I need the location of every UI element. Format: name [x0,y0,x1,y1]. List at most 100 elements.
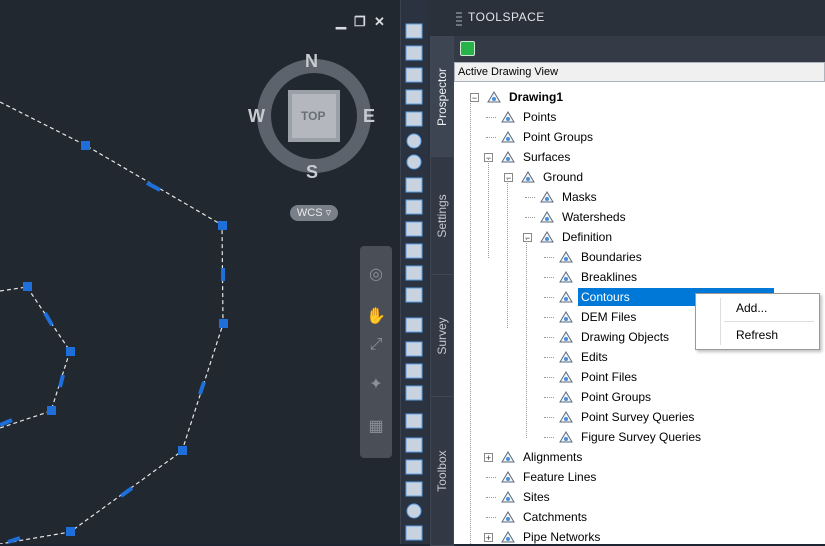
tool-icon [405,67,423,83]
grip [178,446,187,455]
tree-connector [544,297,554,298]
surface-icon [520,170,536,184]
tree-node-label: Breaklines [581,270,638,284]
alignments-icon [500,450,516,464]
tab-settings[interactable]: Settings [430,156,454,276]
zoom-extents-icon[interactable]: ⤢ [365,334,387,356]
tree-node-label: Ground [543,170,584,184]
tree-connector [486,497,496,498]
sites-icon [500,490,516,504]
tree-connector [525,217,535,218]
tree-node-label: Point Survey Queries [581,410,695,424]
steering-wheel-icon[interactable]: ◎ [365,264,387,286]
tree-connector [544,317,554,318]
tree-node-label: Watersheds [562,210,626,224]
tree-node-label: Boundaries [581,250,642,264]
midpoint-grips [0,181,225,544]
tree-node-label: Points [523,110,557,124]
drawing-viewport[interactable]: ▁ ❐ ✕ N S E W TOP WCS ▿ ◎ ✋ ⤢ ✦ ▦ [0,0,400,544]
wcs-menu[interactable]: WCS ▿ [290,205,338,221]
grip [23,282,32,291]
close-button[interactable]: ✕ [374,14,385,30]
tree-connector [544,277,554,278]
tool-icon [405,287,423,303]
menu-item-add[interactable]: Add... [736,301,767,315]
tool-icon [406,154,422,170]
toolspace-tabs: Prospector Settings Survey Toolbox [428,36,454,546]
tool-icon [405,111,423,127]
tree-connector [544,257,554,258]
tree-node-label: Surfaces [523,150,571,164]
navigation-bar: ◎ ✋ ⤢ ✦ ▦ [360,246,392,458]
tool-icon [405,199,423,215]
tool-icon [405,23,423,39]
tree-connector [544,377,554,378]
expand-icon[interactable]: + [484,453,493,463]
tree-node-label: Pipe Networks [523,530,601,544]
palette-grip[interactable] [456,12,462,26]
palette-title: TOOLSPACE [468,10,545,24]
tool-icon [405,481,423,497]
view-selector-dropdown[interactable]: Active Drawing View [454,62,825,82]
grip [66,527,75,536]
orbit-icon[interactable]: ✦ [365,374,387,396]
tab-survey[interactable]: Survey [430,274,454,398]
inner-contour-polyline [0,286,71,429]
collapse-icon[interactable]: − [470,93,479,103]
tool-icon [405,243,423,259]
breaklines-icon [558,270,574,284]
compass-east[interactable]: E [363,106,375,127]
compass-north[interactable]: N [305,51,318,72]
viewcube[interactable]: N S E W TOP [248,51,375,182]
tool-icon [405,45,423,61]
viewcube-top-face[interactable]: TOP [301,109,325,123]
menu-icon-gutter [720,298,721,345]
dem-files-icon [558,310,574,324]
tree-node-label: Edits [581,350,608,364]
toolspace-palette: TOOLSPACE Prospector Settings Survey Too… [428,0,825,546]
tree-node-label: Point Groups [581,390,652,404]
tab-toolbox[interactable]: Toolbox [430,396,454,546]
tree-connector [486,517,496,518]
tool-icon [405,413,423,429]
tree-connector [544,397,554,398]
tree-node-label: Sites [523,490,550,504]
grip [219,319,228,328]
grip [81,141,90,150]
tree-node-label: Masks [562,190,597,204]
outer-contour-polyline [0,101,224,544]
menu-separator [724,321,814,322]
watersheds-icon [539,210,555,224]
tree-node-label: Point Files [581,370,638,384]
minimize-button[interactable]: ▁ [336,14,346,30]
grip [66,347,75,356]
collapse-icon[interactable]: − [523,233,532,243]
tree-node-label: Catchments [523,510,588,524]
masks-icon [539,190,555,204]
tool-icon [405,317,423,333]
point-groups-icon [500,130,516,144]
edits-icon [558,350,574,364]
showmotion-icon[interactable]: ▦ [365,416,387,438]
tree-node-label: Point Groups [523,130,594,144]
tree-connector [544,417,554,418]
tool-icon [405,437,423,453]
item-view-toggle-icon[interactable] [460,41,475,56]
menu-item-refresh[interactable]: Refresh [736,328,778,342]
collapse-icon[interactable]: − [504,173,513,183]
compass-west[interactable]: W [248,106,265,127]
tool-icon [405,385,423,401]
pan-icon[interactable]: ✋ [365,306,387,328]
tree-node-label: Drawing Objects [581,330,670,344]
points-icon [500,110,516,124]
compass-south[interactable]: S [306,162,318,183]
tab-prospector[interactable]: Prospector [430,36,454,158]
tree-connector [544,357,554,358]
tree-node-label: Definition [562,230,613,244]
expand-icon[interactable]: + [484,533,493,543]
tree-connector [486,477,496,478]
restore-button[interactable]: ❐ [354,14,366,30]
point-groups-icon [558,390,574,404]
tool-icon [405,221,423,237]
tree-node-label: Feature Lines [523,470,597,484]
